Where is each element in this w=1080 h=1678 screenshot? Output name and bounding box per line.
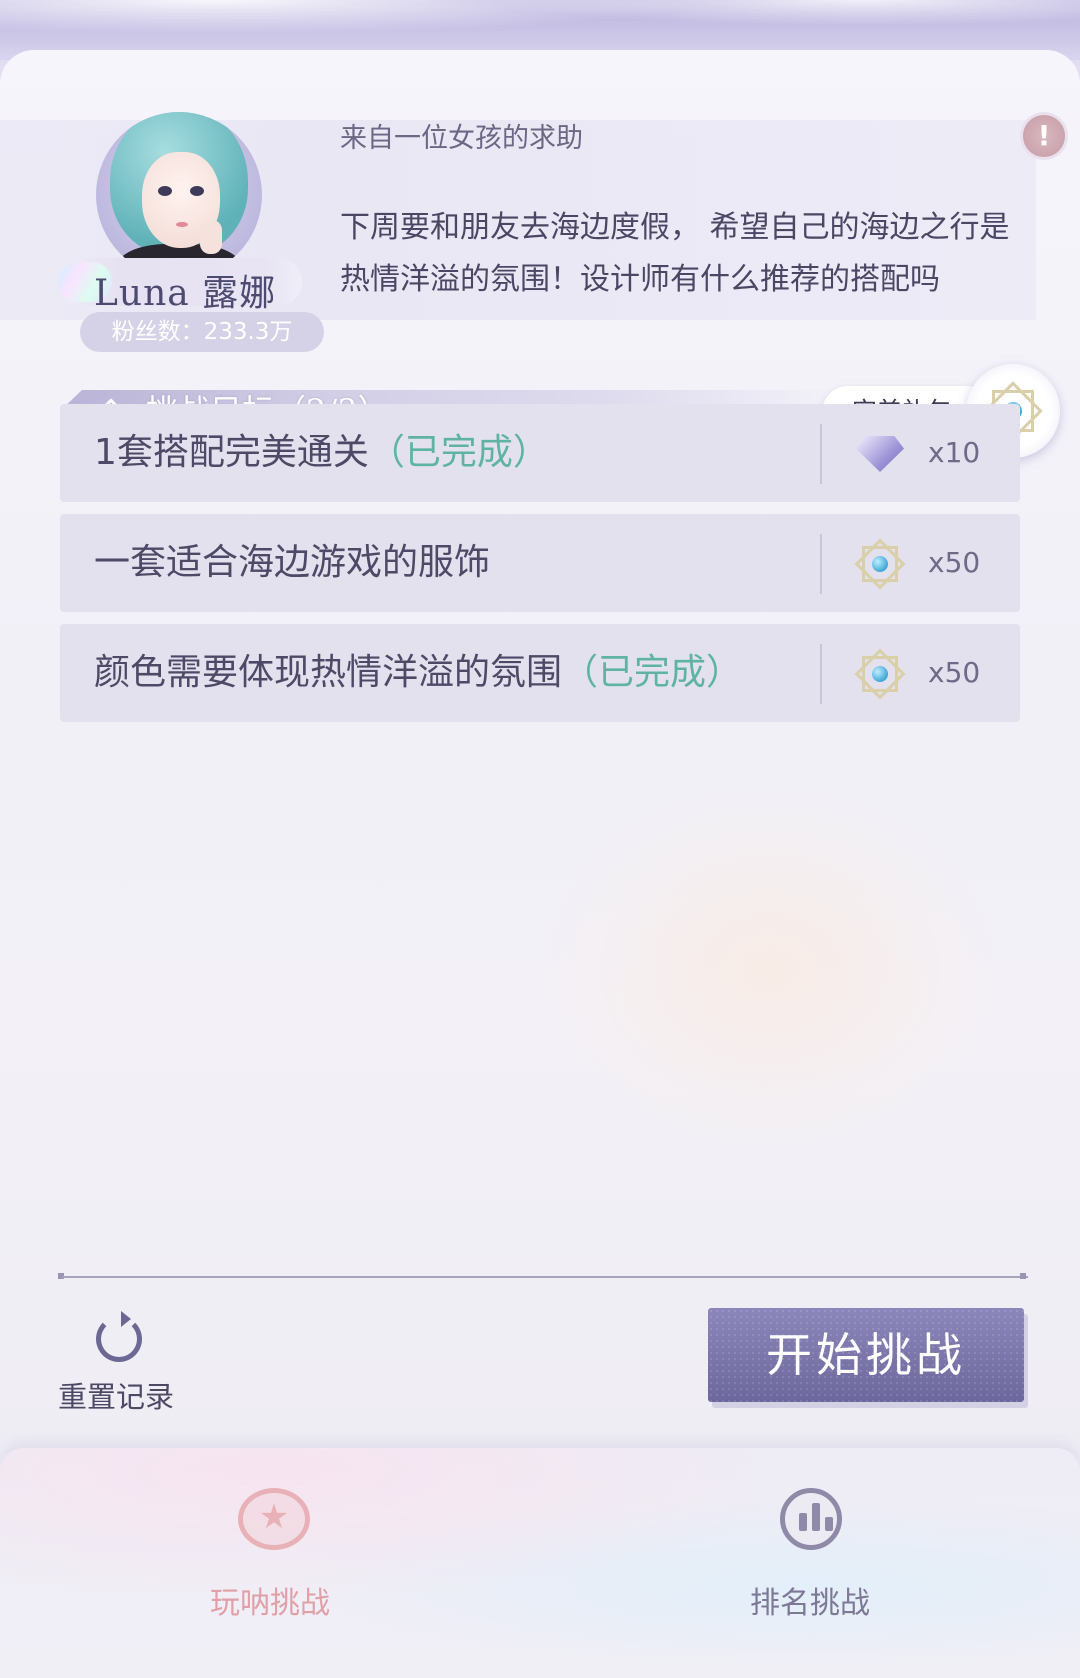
client-name: Luna 露娜 <box>94 273 277 314</box>
reward-count: x50 <box>928 656 981 689</box>
divider <box>820 424 822 484</box>
star-frame-icon <box>852 646 908 702</box>
task-status: （已完成） <box>562 652 743 693</box>
nav-tab-play-challenge[interactable]: 玩呐挑战 <box>120 1448 420 1678</box>
request-message: 下周要和朋友去海边度假， 希望自己的海边之行是热情洋溢的氛围！设计师有什么推荐的… <box>340 210 1010 297</box>
task-text: 1套搭配完美通关（已完成） <box>94 432 549 473</box>
separator-dot <box>1020 1273 1026 1279</box>
divider <box>820 644 822 704</box>
fans-count: 粉丝数：233.3万 <box>80 312 324 352</box>
task-status: （已完成） <box>368 432 549 473</box>
diamond-icon <box>852 426 908 482</box>
bottom-nav: 玩呐挑战 排名挑战 <box>0 1448 1080 1678</box>
nav-tab-label: 排名挑战 <box>750 1586 870 1621</box>
avatar-hand <box>200 220 222 254</box>
reward-count: x10 <box>928 436 981 469</box>
exclamation-icon[interactable]: ! <box>1020 112 1068 160</box>
star-frame-icon <box>852 536 908 592</box>
reset-record-button[interactable]: 重置记录 <box>58 1374 174 1416</box>
task-row: 1套搭配完美通关（已完成） x10 <box>60 404 1020 502</box>
divider <box>820 534 822 594</box>
challenge-card: Luna 露娜 粉丝数：233.3万 来自一位女孩的求助 下周要和朋友去海边度假… <box>0 50 1080 1450</box>
avatar-mouth <box>176 222 188 227</box>
task-text: 一套适合海边游戏的服饰 <box>94 542 491 583</box>
nav-tab-ranking-challenge[interactable]: 排名挑战 <box>660 1448 960 1678</box>
client-avatar[interactable] <box>96 112 262 278</box>
nav-tab-label: 玩呐挑战 <box>210 1586 330 1621</box>
crown-badge-icon <box>238 1488 310 1550</box>
task-row: 一套适合海边游戏的服饰 x50 <box>60 514 1020 612</box>
start-challenge-button[interactable]: 开始挑战 <box>708 1308 1024 1402</box>
ranking-chart-icon <box>780 1488 842 1550</box>
avatar-eye <box>190 186 204 196</box>
refresh-icon[interactable] <box>96 1311 142 1362</box>
request-title: 来自一位女孩的求助 <box>340 123 583 154</box>
task-text: 颜色需要体现热情洋溢的氛围（已完成） <box>94 652 743 693</box>
separator-line <box>62 1276 1028 1278</box>
avatar-eye <box>158 186 172 196</box>
reward-count: x50 <box>928 546 981 579</box>
task-row: 颜色需要体现热情洋溢的氛围（已完成） x50 <box>60 624 1020 722</box>
